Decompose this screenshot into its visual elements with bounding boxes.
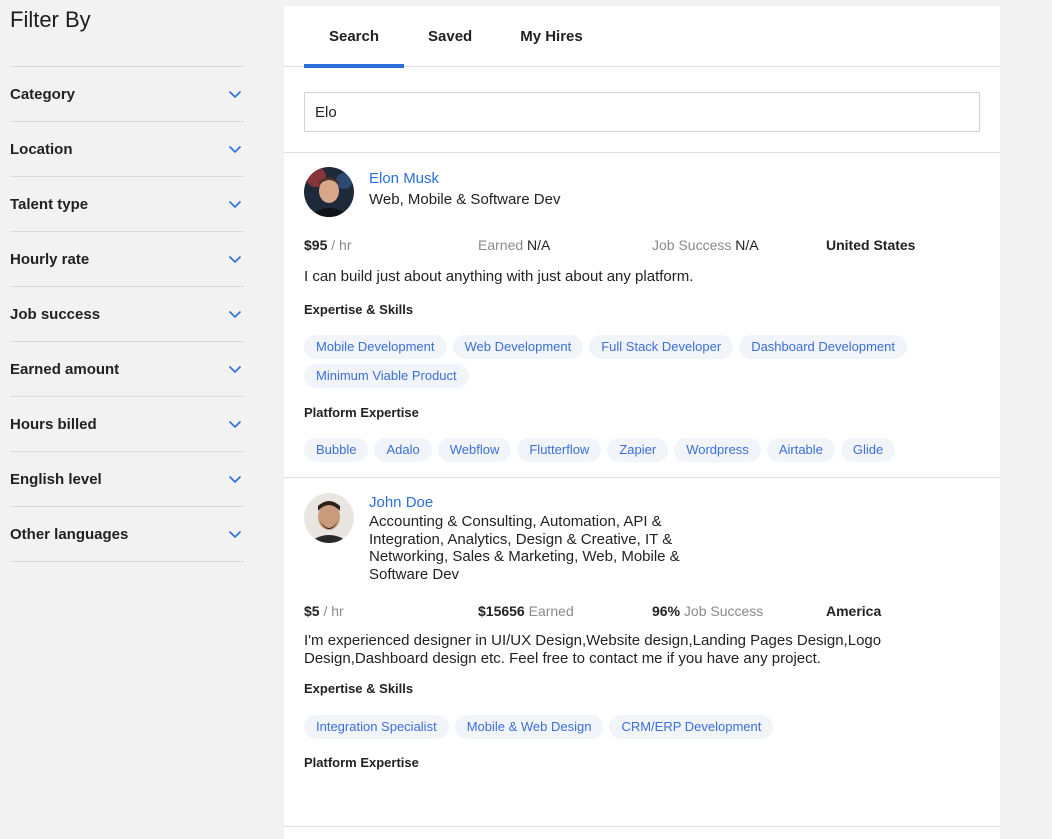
platform-chip[interactable]: Glide — [840, 438, 896, 462]
avatar[interactable] — [304, 493, 354, 543]
skill-chip[interactable]: Web Development — [452, 335, 584, 359]
chevron-down-icon — [228, 417, 242, 431]
avatar[interactable] — [304, 167, 354, 217]
platform-chips: Bubble Adalo Webflow Flutterflow Zapier … — [304, 438, 964, 462]
freelancer-headline: Web, Mobile & Software Dev — [369, 191, 561, 208]
filter-list: Category Location Talent type Hourly rat… — [10, 66, 244, 562]
job-success: Job Success N/A — [652, 237, 759, 253]
freelancer-stats: $5 / hr $15656 Earned 96% Job Success Am… — [304, 603, 980, 623]
platform-chip[interactable]: Bubble — [304, 438, 369, 462]
filter-label: Talent type — [10, 195, 89, 213]
filter-other-languages[interactable]: Other languages — [10, 507, 244, 562]
filter-english-level[interactable]: English level — [10, 452, 244, 507]
skills-chips: Integration Specialist Mobile & Web Desi… — [304, 715, 964, 739]
chevron-down-icon — [228, 142, 242, 156]
chevron-down-icon — [228, 197, 242, 211]
freelancer-name[interactable]: Elon Musk — [369, 170, 439, 187]
skill-chip[interactable]: Full Stack Developer — [589, 335, 734, 359]
skill-chip[interactable]: Integration Specialist — [304, 715, 449, 739]
filter-label: Job success — [10, 305, 101, 323]
skill-chip[interactable]: Mobile Development — [304, 335, 447, 359]
freelancer-stats: $95 / hr Earned N/A Job Success N/A Unit… — [304, 237, 980, 257]
earned-amount: $15656 Earned — [478, 603, 574, 619]
freelancer-country: United States — [826, 237, 916, 253]
hourly-rate: $5 / hr — [304, 603, 344, 619]
platform-chip[interactable]: Wordpress — [674, 438, 761, 462]
platform-chip[interactable]: Airtable — [766, 438, 835, 462]
tab-search[interactable]: Search — [304, 6, 404, 68]
skill-chip[interactable]: CRM/ERP Development — [609, 715, 774, 739]
filter-talent-type[interactable]: Talent type — [10, 177, 244, 232]
tab-bar: Search Saved My Hires — [284, 6, 1000, 68]
platform-chip[interactable]: Flutterflow — [517, 438, 602, 462]
freelancer-description: I'm experienced designer in UI/UX Design… — [304, 632, 882, 667]
freelancer-headline: Accounting & Consulting, Automation, API… — [369, 513, 680, 583]
filter-sidebar: Filter By Category Location Talent type … — [10, 0, 244, 562]
platform-chip[interactable]: Adalo — [374, 438, 432, 462]
results-panel: Search Saved My Hires Elon Musk Web, Mob… — [284, 6, 1000, 839]
filter-job-success[interactable]: Job success — [10, 287, 244, 342]
chevron-down-icon — [228, 472, 242, 486]
filter-earned-amount[interactable]: Earned amount — [10, 342, 244, 397]
filter-label: Hourly rate — [10, 250, 90, 268]
skills-label: Expertise & Skills — [304, 302, 414, 317]
search-input[interactable] — [304, 92, 980, 132]
skills-chips: Mobile Development Web Development Full … — [304, 335, 964, 388]
filter-label: English level — [10, 470, 102, 488]
platform-label: Platform Expertise — [304, 405, 419, 420]
chevron-down-icon — [228, 307, 242, 321]
chevron-down-icon — [228, 87, 242, 101]
skill-chip[interactable]: Mobile & Web Design — [454, 715, 604, 739]
tab-my-hires[interactable]: My Hires — [496, 6, 607, 67]
filter-label: Hours billed — [10, 415, 97, 433]
freelancer-name[interactable]: John Doe — [369, 494, 433, 511]
chevron-down-icon — [228, 252, 242, 266]
chevron-down-icon — [228, 527, 242, 541]
earned-amount: Earned N/A — [478, 237, 551, 253]
search-section — [284, 67, 1000, 153]
platform-chip[interactable]: Webflow — [437, 438, 512, 462]
hourly-rate: $95 / hr — [304, 237, 352, 253]
filter-category[interactable]: Category — [10, 67, 244, 122]
skills-label: Expertise & Skills — [304, 681, 414, 696]
skill-chip[interactable]: Minimum Viable Product — [304, 364, 469, 388]
filter-label: Category — [10, 85, 76, 103]
platform-label: Platform Expertise — [304, 755, 419, 770]
freelancer-country: America — [826, 603, 882, 619]
chevron-down-icon — [228, 362, 242, 376]
job-success: 96% Job Success — [652, 603, 764, 619]
freelancer-card: John Doe Accounting & Consulting, Automa… — [284, 478, 1000, 827]
tab-saved[interactable]: Saved — [404, 6, 496, 67]
filter-location[interactable]: Location — [10, 122, 244, 177]
filter-label: Other languages — [10, 525, 129, 543]
platform-chip[interactable]: Zapier — [607, 438, 669, 462]
skill-chip[interactable]: Dashboard Development — [739, 335, 907, 359]
freelancer-description: I can build just about anything with jus… — [304, 268, 694, 285]
filter-label: Location — [10, 140, 73, 158]
filter-title: Filter By — [10, 7, 91, 32]
filter-label: Earned amount — [10, 360, 120, 378]
filter-hourly-rate[interactable]: Hourly rate — [10, 232, 244, 287]
freelancer-card: Elon Musk Web, Mobile & Software Dev $95… — [284, 153, 1000, 478]
filter-hours-billed[interactable]: Hours billed — [10, 397, 244, 452]
